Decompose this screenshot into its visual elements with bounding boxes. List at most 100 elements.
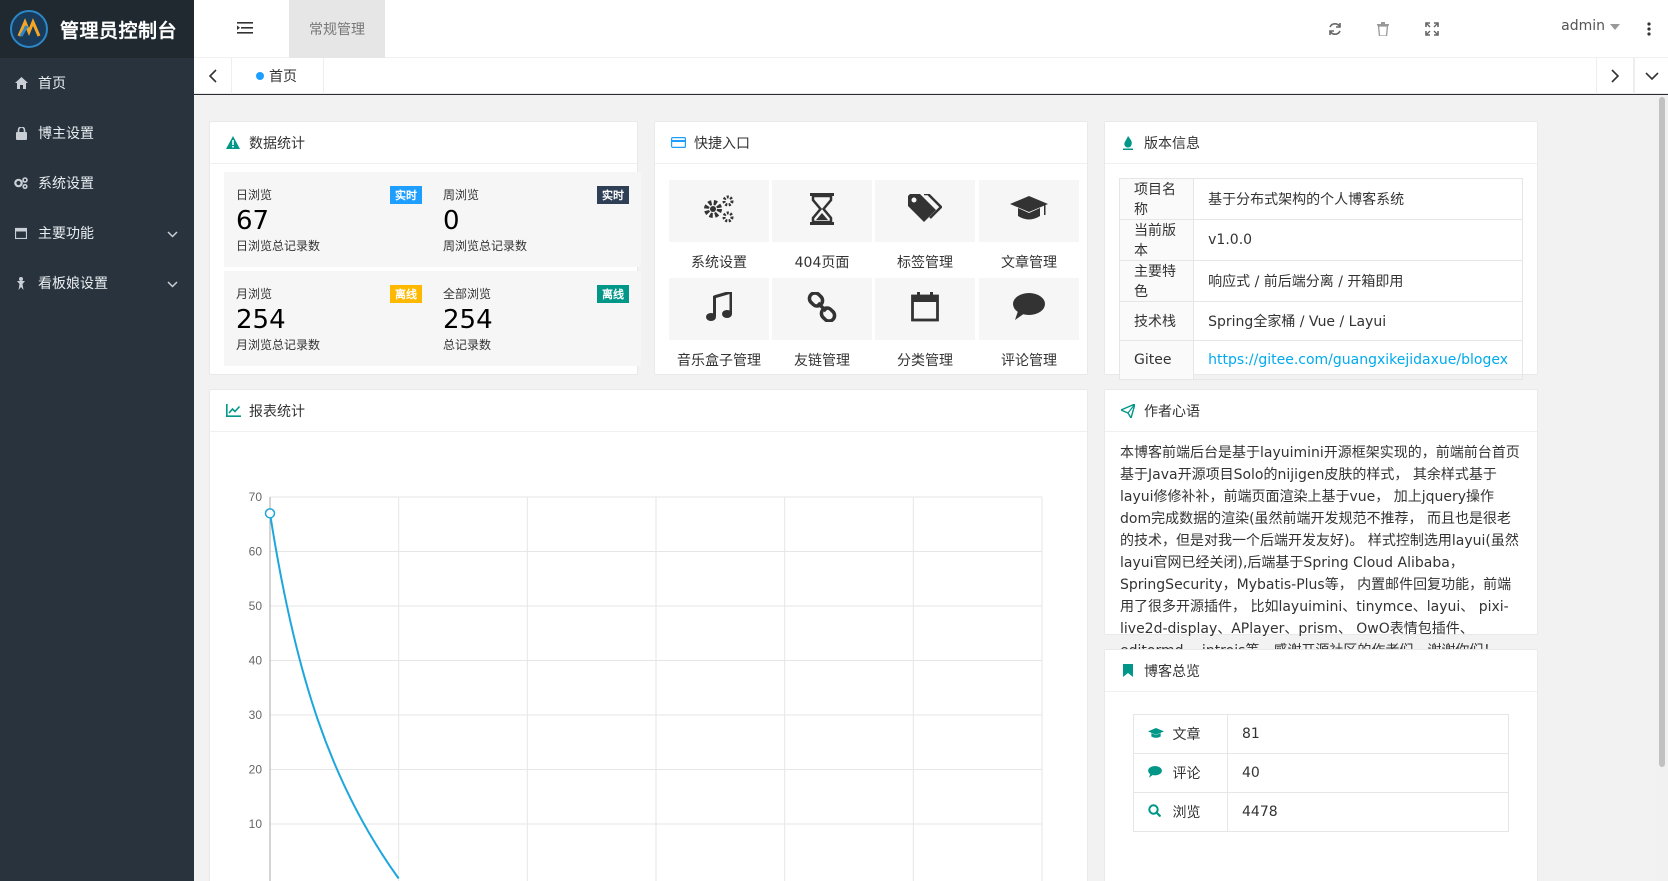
tab-general-management[interactable]: 常规管理 — [289, 0, 385, 58]
tab-scroll-right-icon[interactable] — [1596, 58, 1634, 94]
status-badge: 离线 — [390, 285, 422, 303]
row-value: v1.0.0 — [1193, 219, 1523, 261]
sidebar-item-system-settings[interactable]: 系统设置 — [0, 158, 194, 208]
credit-card-icon — [670, 135, 686, 151]
table-row: 当前版本 v1.0.0 — [1118, 219, 1523, 261]
menu-toggle-icon[interactable] — [234, 18, 256, 38]
quick-entry-box — [875, 180, 975, 242]
page-tabbar: 首页 — [194, 58, 1668, 94]
sidebar-item-blogger-settings[interactable]: 博主设置 — [0, 108, 194, 158]
row-key: 当前版本 — [1118, 219, 1195, 261]
graduation-cap-icon — [1148, 727, 1168, 743]
sidebar: 管理员控制台 首页 博主设置 系统设置 主要功能 看板娘设置 — [0, 0, 194, 881]
author-text: 本博客前端后台是基于layuimini开源框架实现的，前端前台首页基于Java开… — [1120, 445, 1520, 659]
stat-value: 254 — [443, 305, 493, 335]
paper-plane-icon — [1120, 403, 1136, 419]
stat-desc: 月浏览总记录数 — [236, 338, 321, 352]
logo-icon — [10, 10, 48, 48]
top-header: 常规管理 admin — [194, 0, 1668, 58]
stat-value: 0 — [443, 206, 460, 236]
warning-icon — [225, 135, 241, 151]
tab-dropdown-icon[interactable] — [1634, 58, 1668, 94]
calendar-icon — [14, 226, 28, 240]
row-key: 项目名称 — [1118, 178, 1195, 220]
more-icon[interactable] — [1638, 18, 1660, 40]
graduation-cap-icon — [1010, 196, 1048, 226]
row-value: 响应式 / 前后端分离 / 开箱即用 — [1193, 260, 1523, 302]
figure-icon — [14, 276, 28, 290]
quick-comment-management[interactable]: 评论管理 — [979, 278, 1079, 382]
gears-icon — [14, 176, 28, 190]
quick-entry-box — [772, 180, 872, 242]
sidebar-item-main-features[interactable]: 主要功能 — [0, 208, 194, 258]
row-value: 81 — [1227, 714, 1509, 754]
report-line-chart: 10 20 30 40 50 60 70 — [249, 490, 1043, 881]
user-menu[interactable]: admin — [1561, 18, 1620, 34]
stat-weekly: 周浏览 0 周浏览总记录数 实时 — [431, 172, 641, 267]
tab-home[interactable]: 首页 — [234, 58, 324, 94]
row-value: 40 — [1227, 753, 1509, 793]
tab-scroll-left-icon[interactable] — [194, 58, 232, 94]
fire-icon — [1120, 135, 1136, 151]
search-icon — [1148, 804, 1168, 821]
main-content: 数据统计 日浏览 67 日浏览总记录数 实时 周浏览 0 周浏览总记录数 实时 … — [194, 95, 1668, 881]
logo-area[interactable]: 管理员控制台 — [0, 0, 194, 58]
quick-entry-label: 评论管理 — [1001, 353, 1057, 369]
quick-404-page[interactable]: 404页面 — [772, 180, 872, 284]
quick-tag-management[interactable]: 标签管理 — [875, 180, 975, 284]
quick-entry-label: 音乐盒子管理 — [677, 353, 761, 369]
y-tick-label: 70 — [249, 490, 263, 504]
report-card: 报表统计 10 20 30 40 50 60 70 — [209, 389, 1088, 881]
version-table: 项目名称 基于分布式架构的个人博客系统 当前版本 v1.0.0 主要特色 响应式 / … — [1118, 178, 1523, 380]
fullscreen-icon[interactable] — [1421, 18, 1443, 40]
quick-system-settings[interactable]: 系统设置 — [669, 180, 769, 284]
y-tick-label: 10 — [249, 817, 263, 831]
y-tick-label: 60 — [249, 545, 263, 559]
username: admin — [1561, 18, 1605, 34]
row-key-cell: 浏览 — [1133, 792, 1228, 832]
quick-entry-box — [979, 180, 1079, 242]
sidebar-item-label: 首页 — [38, 76, 66, 92]
row-value: 4478 — [1227, 792, 1509, 832]
stat-value: 67 — [236, 206, 270, 236]
quick-entry-box — [875, 278, 975, 340]
quick-entry-box — [979, 278, 1079, 340]
stat-total: 全部浏览 254 总记录数 离线 — [431, 271, 641, 366]
card-title: 博客总览 — [1144, 663, 1200, 680]
y-tick-label: 30 — [249, 708, 263, 722]
stat-daily: 日浏览 67 日浏览总记录数 实时 — [224, 172, 434, 267]
row-key: 文章 — [1172, 727, 1201, 743]
quick-category-management[interactable]: 分类管理 — [875, 278, 975, 382]
page-scrollbar[interactable] — [1656, 95, 1668, 881]
row-value: 基于分布式架构的个人博客系统 — [1193, 178, 1523, 220]
tab-home-label: 首页 — [269, 69, 297, 85]
card-title: 版本信息 — [1144, 135, 1200, 152]
sidebar-item-kanban-settings[interactable]: 看板娘设置 — [0, 258, 194, 308]
quick-link-management[interactable]: 友链管理 — [772, 278, 872, 382]
scrollbar-thumb[interactable] — [1659, 97, 1665, 767]
status-badge: 实时 — [597, 186, 629, 204]
sidebar-item-home[interactable]: 首页 — [0, 58, 194, 108]
quick-music-box[interactable]: 音乐盒子管理 — [669, 278, 769, 382]
hourglass-icon — [810, 193, 834, 229]
bookmark-icon — [1120, 663, 1136, 679]
card-header: 作者心语 — [1105, 390, 1537, 432]
stat-value: 254 — [236, 305, 286, 335]
quick-article-management[interactable]: 文章管理 — [979, 180, 1079, 284]
quick-entry-box — [669, 180, 769, 242]
stats-card: 数据统计 日浏览 67 日浏览总记录数 实时 周浏览 0 周浏览总记录数 实时 … — [209, 121, 641, 375]
data-point — [264, 508, 276, 519]
gitee-link[interactable]: https://gitee.com/guangxikejidaxue/bloge… — [1208, 352, 1508, 368]
sidebar-item-label: 系统设置 — [38, 176, 94, 192]
quick-entry-label: 友链管理 — [794, 353, 850, 369]
row-key: Gitee — [1118, 340, 1195, 380]
refresh-icon[interactable] — [1324, 18, 1346, 40]
stat-desc: 周浏览总记录数 — [443, 239, 528, 253]
card-header: 快捷入口 — [655, 122, 1087, 164]
trash-icon[interactable] — [1372, 18, 1394, 40]
quick-entry-card: 快捷入口 系统设置 404页面 标签管理 文章管理 音乐盒子管理 友链管理 分类… — [654, 121, 1088, 375]
sidebar-item-label: 主要功能 — [38, 226, 94, 242]
chevron-down-icon — [167, 276, 178, 292]
quick-entry-box — [669, 278, 769, 340]
row-key: 技术栈 — [1118, 301, 1195, 341]
